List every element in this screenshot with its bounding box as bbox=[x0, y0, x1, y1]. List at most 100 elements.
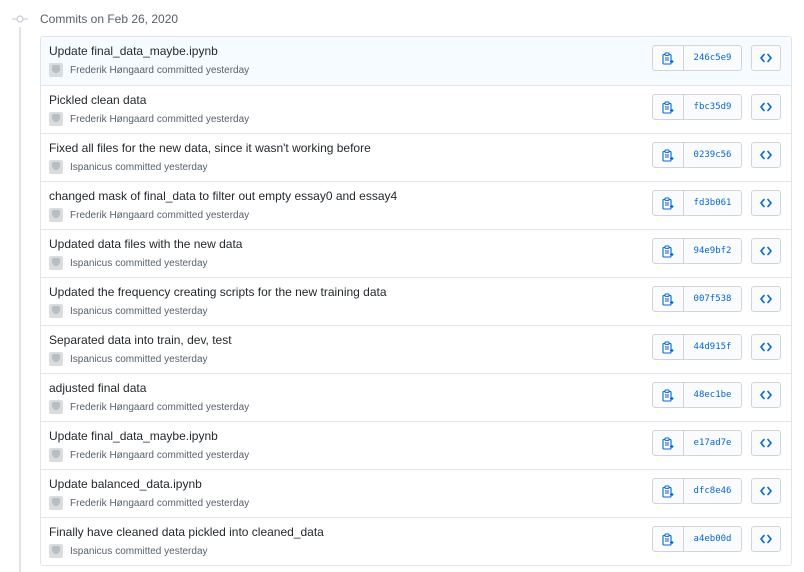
commit-author[interactable]: Frederik Høngaard bbox=[70, 210, 154, 221]
copy-sha-button[interactable] bbox=[652, 45, 684, 71]
commit-row: Finally have cleaned data pickled into c… bbox=[41, 517, 791, 565]
code-icon bbox=[760, 438, 772, 448]
commit-time: committed yesterday bbox=[115, 257, 208, 269]
browse-repository-button[interactable] bbox=[751, 478, 781, 504]
commit-sha-link[interactable]: 44d915f bbox=[684, 334, 742, 360]
sha-button-group: fd3b061 bbox=[652, 190, 742, 216]
browse-repository-button[interactable] bbox=[751, 142, 781, 168]
avatar[interactable] bbox=[49, 256, 63, 270]
browse-repository-button[interactable] bbox=[751, 382, 781, 408]
commit-time: committed yesterday bbox=[115, 545, 208, 557]
commit-meta: Frederik Høngaard committed yesterday bbox=[49, 208, 249, 222]
commit-author[interactable]: Ispanicus bbox=[70, 306, 112, 317]
commit-meta: Frederik Høngaard committed yesterday bbox=[49, 496, 249, 510]
copy-sha-button[interactable] bbox=[652, 382, 684, 408]
commit-title-link[interactable]: Update final_data_maybe.ipynb bbox=[49, 44, 218, 58]
commit-time: committed yesterday bbox=[156, 497, 250, 509]
commit-row: changed mask of final_data to filter out… bbox=[41, 181, 791, 229]
commit-author[interactable]: Frederik Høngaard bbox=[70, 402, 154, 413]
commit-row: Updated data files with the new data Isp… bbox=[41, 229, 791, 277]
commit-title-link[interactable]: Update balanced_data.ipynb bbox=[49, 477, 202, 491]
sha-button-group: 246c5e9 bbox=[652, 45, 742, 71]
commit-meta: Ispanicus committed yesterday bbox=[49, 544, 208, 558]
commit-title-link[interactable]: Fixed all files for the new data, since … bbox=[49, 141, 371, 155]
avatar[interactable] bbox=[49, 544, 63, 558]
code-icon bbox=[760, 246, 772, 256]
commit-list: Update final_data_maybe.ipynb Frederik H… bbox=[40, 36, 792, 566]
commit-author[interactable]: Frederik Høngaard bbox=[70, 65, 154, 76]
copy-sha-button[interactable] bbox=[652, 142, 684, 168]
copy-sha-button[interactable] bbox=[652, 238, 684, 264]
commit-title-link[interactable]: adjusted final data bbox=[49, 381, 146, 395]
commit-sha-link[interactable]: 007f538 bbox=[684, 286, 742, 312]
commit-sha-link[interactable]: 48ec1be bbox=[684, 382, 742, 408]
avatar[interactable] bbox=[49, 112, 63, 126]
commit-meta: Ispanicus committed yesterday bbox=[49, 160, 208, 174]
copy-sha-button[interactable] bbox=[652, 334, 684, 360]
commit-sha-link[interactable]: dfc8e46 bbox=[684, 478, 742, 504]
avatar[interactable] bbox=[49, 208, 63, 222]
commit-meta: Frederik Høngaard committed yesterday bbox=[49, 400, 249, 414]
commit-sha-link[interactable]: fbc35d9 bbox=[684, 94, 742, 120]
commit-dot-icon bbox=[12, 11, 28, 27]
day-header: Commits on Feb 26, 2020 bbox=[12, 10, 178, 28]
commit-title-link[interactable]: Separated data into train, dev, test bbox=[49, 333, 232, 347]
commit-meta: Ispanicus committed yesterday bbox=[49, 256, 208, 270]
commit-author[interactable]: Ispanicus bbox=[70, 546, 112, 557]
browse-repository-button[interactable] bbox=[751, 286, 781, 312]
clippy-icon bbox=[662, 533, 674, 546]
browse-repository-button[interactable] bbox=[751, 238, 781, 264]
commit-sha-link[interactable]: a4eb00d bbox=[684, 526, 742, 552]
copy-sha-button[interactable] bbox=[652, 190, 684, 216]
clippy-icon bbox=[662, 389, 674, 402]
avatar[interactable] bbox=[49, 448, 63, 462]
sha-button-group: fbc35d9 bbox=[652, 94, 742, 120]
commit-sha-link[interactable]: 94e9bf2 bbox=[684, 238, 742, 264]
commit-author[interactable]: Ispanicus bbox=[70, 258, 112, 269]
browse-repository-button[interactable] bbox=[751, 334, 781, 360]
sha-button-group: 007f538 bbox=[652, 286, 742, 312]
commit-sha-link[interactable]: 0239c56 bbox=[684, 142, 742, 168]
avatar[interactable] bbox=[49, 400, 63, 414]
commit-author[interactable]: Frederik Høngaard bbox=[70, 498, 154, 509]
avatar[interactable] bbox=[49, 496, 63, 510]
commit-author[interactable]: Frederik Høngaard bbox=[70, 114, 154, 125]
browse-repository-button[interactable] bbox=[751, 430, 781, 456]
commit-author[interactable]: Ispanicus bbox=[70, 162, 112, 173]
timeline-line bbox=[19, 26, 21, 572]
commit-title-link[interactable]: Updated data files with the new data bbox=[49, 237, 242, 251]
commit-row: Fixed all files for the new data, since … bbox=[41, 133, 791, 181]
commit-sha-link[interactable]: e17ad7e bbox=[684, 430, 742, 456]
code-icon bbox=[760, 390, 772, 400]
avatar[interactable] bbox=[49, 304, 63, 318]
commit-meta: Ispanicus committed yesterday bbox=[49, 352, 208, 366]
commit-title-link[interactable]: changed mask of final_data to filter out… bbox=[49, 189, 397, 203]
copy-sha-button[interactable] bbox=[652, 478, 684, 504]
code-icon bbox=[760, 534, 772, 544]
copy-sha-button[interactable] bbox=[652, 94, 684, 120]
copy-sha-button[interactable] bbox=[652, 526, 684, 552]
commit-title-link[interactable]: Pickled clean data bbox=[49, 93, 146, 107]
commit-author[interactable]: Ispanicus bbox=[70, 354, 112, 365]
browse-repository-button[interactable] bbox=[751, 94, 781, 120]
commit-row: Separated data into train, dev, test Isp… bbox=[41, 325, 791, 373]
avatar[interactable] bbox=[49, 160, 63, 174]
commit-title-link[interactable]: Update final_data_maybe.ipynb bbox=[49, 429, 218, 443]
commit-sha-link[interactable]: 246c5e9 bbox=[684, 45, 742, 71]
browse-repository-button[interactable] bbox=[751, 526, 781, 552]
avatar[interactable] bbox=[49, 63, 63, 77]
avatar[interactable] bbox=[49, 352, 63, 366]
browse-repository-button[interactable] bbox=[751, 190, 781, 216]
commit-title-link[interactable]: Finally have cleaned data pickled into c… bbox=[49, 525, 324, 539]
browse-repository-button[interactable] bbox=[751, 45, 781, 71]
commit-meta: Frederik Høngaard committed yesterday bbox=[49, 63, 249, 77]
commit-sha-link[interactable]: fd3b061 bbox=[684, 190, 742, 216]
code-icon bbox=[760, 198, 772, 208]
clippy-icon bbox=[662, 341, 674, 354]
copy-sha-button[interactable] bbox=[652, 286, 684, 312]
copy-sha-button[interactable] bbox=[652, 430, 684, 456]
commit-author[interactable]: Frederik Høngaard bbox=[70, 450, 154, 461]
commit-title-link[interactable]: Updated the frequency creating scripts f… bbox=[49, 285, 387, 299]
code-icon bbox=[760, 102, 772, 112]
clippy-icon bbox=[662, 197, 674, 210]
